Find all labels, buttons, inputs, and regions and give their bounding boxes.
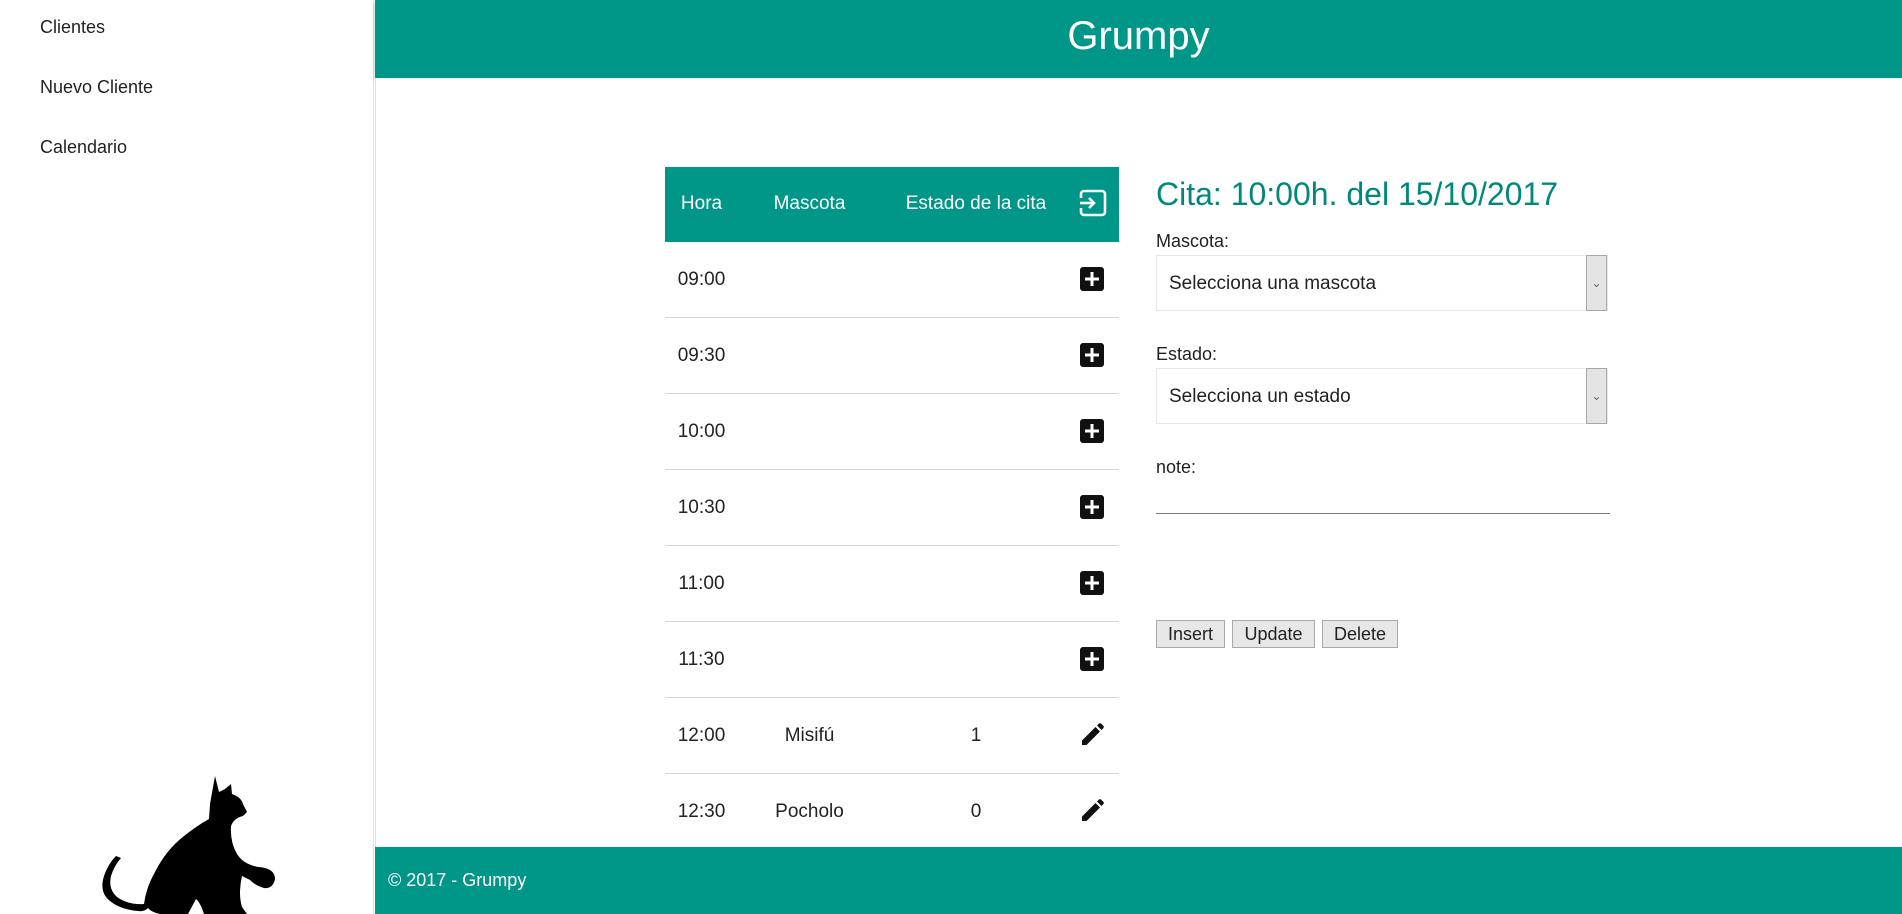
table-row: 10:30 xyxy=(665,470,1119,546)
add-box-icon[interactable] xyxy=(1079,494,1105,520)
estado-select-value: Selecciona un estado xyxy=(1169,386,1351,407)
edit-pencil-icon[interactable] xyxy=(1079,722,1105,748)
cell-hora: 09:00 xyxy=(677,269,726,290)
sidebar-item-calendario[interactable]: Calendario xyxy=(40,137,127,158)
chevron-down-icon: ⌄ xyxy=(1586,255,1607,311)
update-button[interactable]: Update xyxy=(1232,620,1315,648)
app-title: Grumpy xyxy=(1067,14,1210,58)
cell-estado: 1 xyxy=(970,725,982,746)
cell-mascota: Misifú xyxy=(784,725,835,746)
cell-hora: 10:00 xyxy=(677,421,726,442)
add-box-icon[interactable] xyxy=(1079,418,1105,444)
table-row: 12:30 Pocholo 0 xyxy=(665,774,1119,850)
sidebar: Clientes Nuevo Cliente Calendario xyxy=(0,0,374,914)
mascota-label: Mascota: xyxy=(1156,231,1230,251)
cell-hora: 11:30 xyxy=(678,649,725,670)
cell-hora: 12:00 xyxy=(677,725,726,746)
delete-button[interactable]: Delete xyxy=(1321,620,1399,648)
cell-hora: 11:00 xyxy=(678,573,725,594)
mascota-select[interactable]: Selecciona una mascota ⌄ xyxy=(1156,255,1608,311)
exit-to-app-icon[interactable] xyxy=(1077,187,1109,219)
column-header-mascota: Mascota xyxy=(773,193,846,214)
cell-mascota: Pocholo xyxy=(775,801,844,822)
footer: © 2017 - Grumpy xyxy=(375,847,1902,914)
estado-select[interactable]: Selecciona un estado ⌄ xyxy=(1156,368,1608,424)
sidebar-item-nuevo-cliente[interactable]: Nuevo Cliente xyxy=(40,77,153,98)
table-row: 12:00 Misifú 1 xyxy=(665,698,1119,774)
add-box-icon[interactable] xyxy=(1079,646,1105,672)
app-header: Grumpy xyxy=(375,0,1902,78)
table-row: 11:00 xyxy=(665,546,1119,622)
insert-button[interactable]: Insert xyxy=(1156,620,1226,648)
cell-hora: 10:30 xyxy=(677,497,726,518)
cell-hora: 12:30 xyxy=(677,801,726,822)
mascota-select-value: Selecciona una mascota xyxy=(1169,273,1377,294)
table-row: 09:30 xyxy=(665,318,1119,394)
appointments-table: Hora Mascota Estado de la cita 09:00 09:… xyxy=(665,167,1119,850)
column-header-estado: Estado de la cita xyxy=(905,193,1047,214)
form-actions: Insert Update Delete xyxy=(1156,620,1401,648)
cell-hora: 09:30 xyxy=(677,345,726,366)
table-row: 09:00 xyxy=(665,242,1119,318)
estado-label: Estado: xyxy=(1156,344,1218,364)
appointment-title: Cita: 10:00h. del 15/10/2017 xyxy=(1156,176,1559,212)
cell-estado: 0 xyxy=(970,801,982,822)
sidebar-item-clientes[interactable]: Clientes xyxy=(40,17,105,38)
cat-silhouette-logo xyxy=(102,776,276,914)
column-header-hora: Hora xyxy=(680,193,723,214)
edit-pencil-icon[interactable] xyxy=(1079,798,1105,824)
main-content xyxy=(375,78,1902,847)
add-box-icon[interactable] xyxy=(1079,570,1105,596)
note-label: note: xyxy=(1156,457,1197,477)
add-box-icon[interactable] xyxy=(1079,342,1105,368)
chevron-down-icon: ⌄ xyxy=(1586,368,1607,424)
table-header: Hora Mascota Estado de la cita xyxy=(665,167,1119,242)
appointment-form: Cita: 10:00h. del 15/10/2017 Mascota: Se… xyxy=(1156,176,1610,648)
table-row: 10:00 xyxy=(665,394,1119,470)
note-input[interactable] xyxy=(1156,484,1610,514)
add-box-icon[interactable] xyxy=(1079,266,1105,292)
table-row: 11:30 xyxy=(665,622,1119,698)
footer-copyright: © 2017 - Grumpy xyxy=(388,870,527,890)
